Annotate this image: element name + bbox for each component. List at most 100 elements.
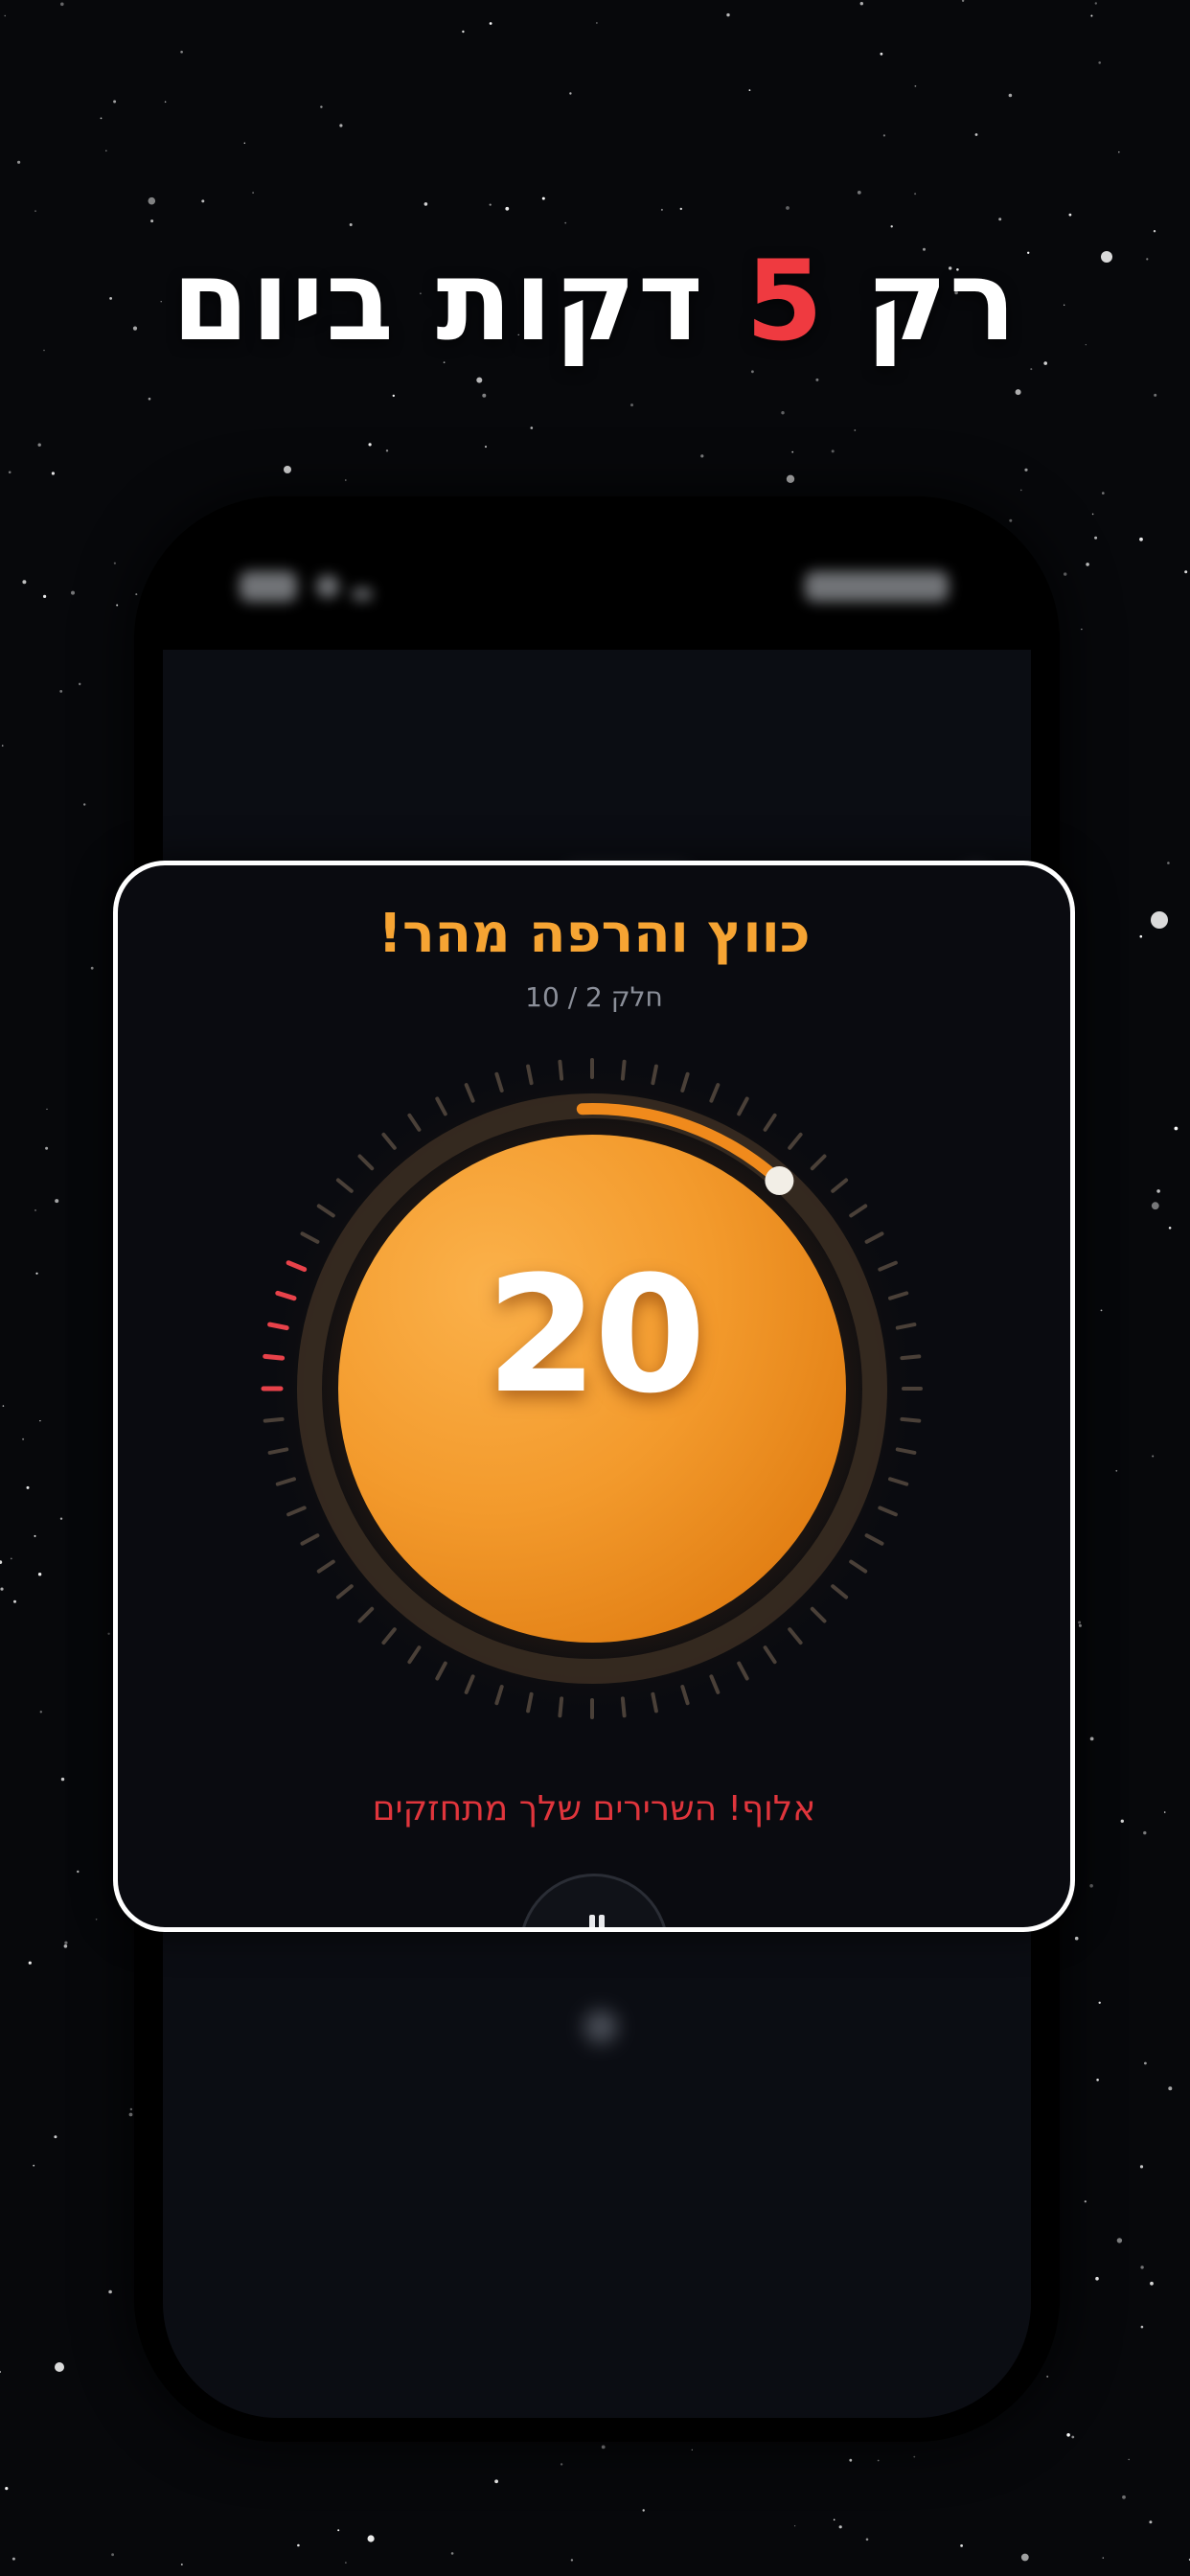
- home-indicator-dot: [584, 2011, 617, 2043]
- star: [22, 580, 27, 585]
- star: [882, 134, 886, 137]
- star: [201, 199, 205, 203]
- star: [1168, 2086, 1173, 2091]
- star: [849, 2458, 853, 2462]
- star: [180, 50, 183, 54]
- star: [105, 150, 107, 152]
- star: [1102, 2557, 1105, 2559]
- star: [59, 690, 63, 693]
- star: [570, 2559, 574, 2562]
- star: [960, 2544, 963, 2547]
- star: [1086, 563, 1089, 566]
- star: [791, 450, 794, 453]
- star: [1167, 862, 1170, 864]
- star: [560, 2463, 563, 2466]
- pause-button[interactable]: [519, 1874, 669, 1927]
- star: [1116, 2238, 1123, 2243]
- star: [1091, 513, 1094, 516]
- star: [1071, 2435, 1075, 2439]
- star: [1020, 2553, 1029, 2562]
- star: [748, 89, 751, 91]
- star: [1149, 2520, 1153, 2524]
- star: [489, 203, 492, 206]
- star: [95, 1919, 98, 1920]
- star: [998, 218, 1002, 221]
- star: [1152, 1455, 1155, 1458]
- star: [128, 2112, 133, 2117]
- star: [1066, 2433, 1070, 2437]
- star: [1074, 1936, 1079, 1941]
- star: [13, 1599, 16, 1603]
- star: [1143, 1830, 1147, 1835]
- star: [34, 1209, 36, 1211]
- star: [1020, 489, 1022, 492]
- star: [913, 2455, 916, 2458]
- star: [46, 1108, 48, 1110]
- pause-bar-left: [589, 1915, 595, 1927]
- star: [700, 454, 704, 458]
- star: [1068, 213, 1072, 217]
- star: [596, 22, 598, 24]
- star: [1046, 2375, 1049, 2378]
- star: [815, 378, 819, 381]
- star: [148, 196, 156, 205]
- star: [107, 1632, 110, 1636]
- star: [367, 2535, 375, 2542]
- star: [1008, 93, 1013, 98]
- star: [914, 193, 917, 196]
- star: [1139, 934, 1143, 938]
- star: [150, 219, 154, 223]
- dial-tick: [558, 1696, 564, 1718]
- star: [37, 443, 41, 447]
- star: [462, 30, 465, 34]
- star: [1140, 2325, 1144, 2329]
- star: [252, 192, 254, 194]
- star: [28, 1961, 32, 1965]
- star: [1154, 393, 1157, 397]
- star: [8, 471, 11, 474]
- battery-icon: [240, 571, 297, 602]
- star: [786, 206, 790, 210]
- encouragement-message: אלוף! השרירים שלך מתחזקים: [372, 1789, 816, 1828]
- star: [1144, 2061, 1147, 2065]
- signal-icon: [353, 588, 372, 600]
- star: [794, 2525, 796, 2527]
- star: [530, 426, 534, 429]
- star: [111, 2553, 114, 2557]
- star: [859, 2, 863, 6]
- wifi-icon: [316, 575, 339, 598]
- star: [961, 0, 965, 2]
- star: [0, 1560, 3, 1564]
- star: [865, 2538, 869, 2542]
- star: [0, 2371, 1, 2373]
- star: [1184, 570, 1188, 574]
- star: [1139, 537, 1143, 541]
- star: [877, 2459, 880, 2462]
- timer-value: 20: [486, 1241, 706, 1429]
- star: [320, 105, 323, 108]
- status-bar: [134, 496, 1060, 650]
- star: [11, 2557, 15, 2561]
- star: [90, 966, 94, 970]
- star: [0, 1587, 4, 1591]
- star: [423, 202, 428, 206]
- star: [1094, 2, 1098, 5]
- star: [34, 1534, 36, 1537]
- star: [1015, 389, 1021, 396]
- dial-tick: [620, 1696, 627, 1718]
- clock-label: [805, 571, 949, 602]
- star: [1089, 1736, 1094, 1741]
- star: [630, 403, 633, 407]
- star: [77, 1870, 80, 1874]
- star: [55, 1199, 59, 1204]
- star: [37, 1573, 42, 1576]
- star: [1151, 1202, 1159, 1210]
- star: [1102, 492, 1105, 494]
- star: [164, 101, 167, 104]
- star: [2, 1405, 5, 1407]
- star: [368, 443, 372, 447]
- star: [35, 1272, 38, 1275]
- star: [786, 474, 795, 483]
- star: [505, 206, 510, 211]
- star: [116, 604, 119, 607]
